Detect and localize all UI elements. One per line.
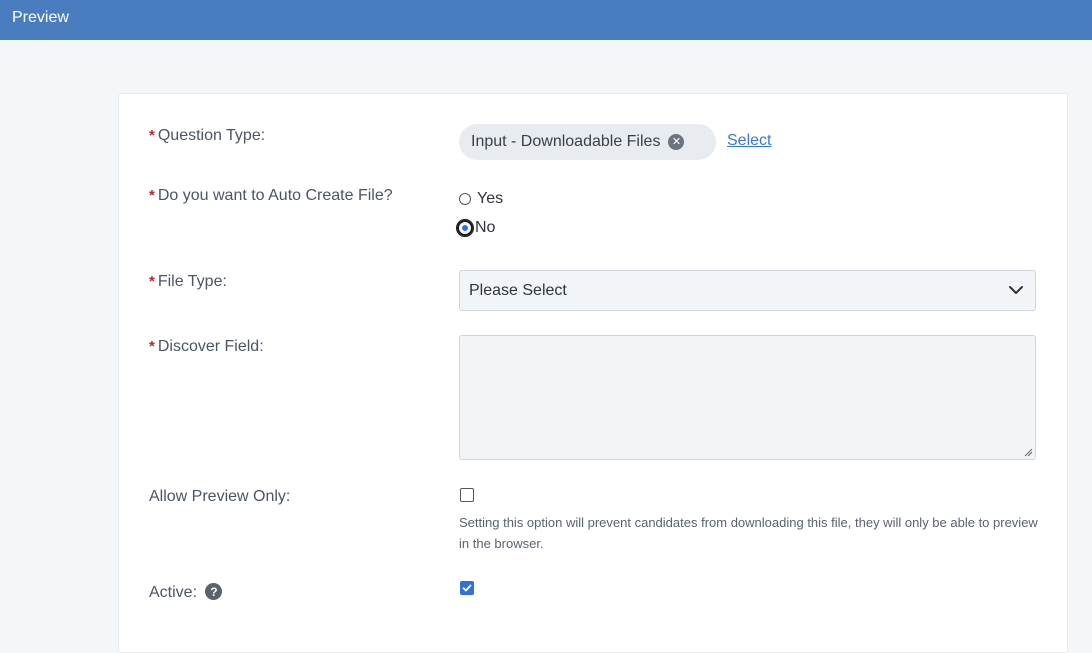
resize-grip-icon[interactable] xyxy=(1024,448,1033,457)
form-card: * Question Type: Input - Downloadable Fil… xyxy=(118,93,1068,653)
radio-yes[interactable] xyxy=(459,193,471,205)
allow-preview-checkbox[interactable] xyxy=(460,488,474,502)
file-type-selected: Please Select xyxy=(469,282,567,299)
help-icon[interactable]: ? xyxy=(205,583,223,601)
question-type-label-text: Question Type: xyxy=(157,127,266,144)
active-checkbox[interactable] xyxy=(460,581,474,595)
question-type-chip: Input - Downloadable Files ✕ xyxy=(459,124,716,160)
question-type-chip-text: Input - Downloadable Files xyxy=(471,133,661,150)
required-marker: * xyxy=(149,273,155,290)
file-type-label-text: File Type: xyxy=(157,273,227,290)
close-icon[interactable]: ✕ xyxy=(668,134,685,150)
preview-header: Preview xyxy=(0,0,1092,40)
file-type-select[interactable]: Please Select xyxy=(459,270,1036,311)
file-type-label: * File Type: xyxy=(149,273,227,291)
radio-no[interactable] xyxy=(456,219,474,237)
active-label: Active: ? xyxy=(149,583,223,602)
select-link[interactable]: Select xyxy=(727,132,771,150)
required-marker: * xyxy=(149,187,155,204)
discover-field-label: * Discover Field: xyxy=(149,338,264,356)
allow-preview-help-text: Setting this option will prevent candida… xyxy=(459,515,1038,551)
question-type-label: * Question Type: xyxy=(149,127,265,145)
allow-preview-label-text: Allow Preview Only: xyxy=(149,488,291,505)
chevron-down-icon xyxy=(1009,286,1023,294)
required-marker: * xyxy=(149,127,155,144)
discover-field-label-text: Discover Field: xyxy=(157,338,264,355)
radio-no-label: No xyxy=(475,219,496,236)
radio-yes-label: Yes xyxy=(477,190,504,207)
allow-preview-label: Allow Preview Only: xyxy=(149,488,290,506)
radio-option-yes[interactable]: Yes xyxy=(459,190,503,208)
check-icon xyxy=(462,584,472,592)
page-title: Preview xyxy=(12,9,69,26)
discover-field-textarea[interactable] xyxy=(459,335,1036,460)
required-marker: * xyxy=(149,338,155,355)
active-label-text: Active: xyxy=(149,584,198,601)
auto-create-label: * Do you want to Auto Create File? xyxy=(149,187,393,205)
radio-option-no[interactable]: No xyxy=(456,219,496,237)
auto-create-label-text: Do you want to Auto Create File? xyxy=(157,187,393,204)
